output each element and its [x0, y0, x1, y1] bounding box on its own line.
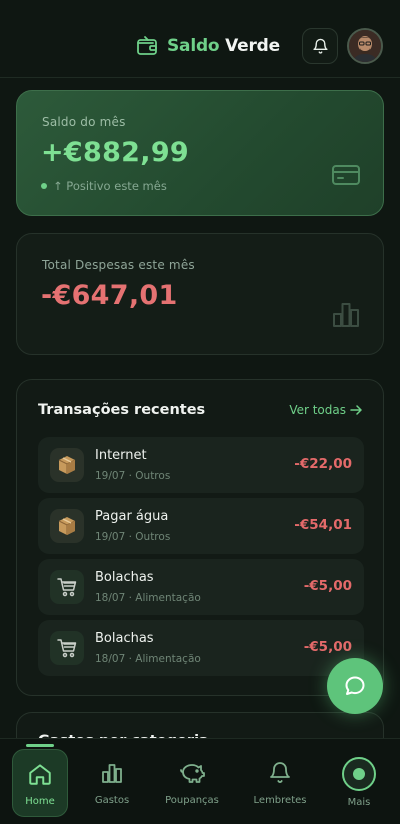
- more-icon: [342, 757, 376, 791]
- tab-poupancas[interactable]: Poupanças: [160, 749, 224, 817]
- see-all-link[interactable]: Ver todas: [289, 403, 362, 417]
- balance-label: Saldo do mês: [42, 115, 126, 129]
- bell-icon: [270, 762, 290, 783]
- piggy-bank-icon: [180, 764, 205, 783]
- bar-chart-icon: [333, 303, 359, 327]
- arrow-right-icon: [350, 405, 362, 415]
- transaction-meta: 18/07 · Alimentação: [95, 653, 201, 665]
- tab-home-label: Home: [25, 796, 55, 807]
- tab-home[interactable]: Home: [12, 749, 68, 817]
- bar-chart-icon: [102, 764, 122, 783]
- tab-mais[interactable]: Mais: [336, 749, 382, 817]
- expense-label: Total Despesas este mês: [42, 258, 195, 272]
- package-icon: [50, 509, 84, 543]
- wallet-icon: [137, 36, 157, 55]
- chat-button[interactable]: [327, 658, 383, 714]
- transactions-title: Transações recentes: [38, 402, 206, 418]
- transaction-meta: 18/07 · Alimentação: [95, 592, 201, 604]
- tab-mais-label: Mais: [347, 797, 371, 808]
- expense-card[interactable]: Total Despesas este mês -€647,01: [16, 233, 384, 355]
- transaction-row[interactable]: Internet 19/07 · Outros -€22,00: [38, 437, 364, 493]
- package-icon: [50, 448, 84, 482]
- active-tab-indicator: [26, 744, 54, 747]
- transaction-amount: -€5,00: [303, 578, 352, 594]
- transaction-name: Bolachas: [95, 570, 154, 585]
- tab-lembretes[interactable]: Lembretes: [246, 749, 314, 817]
- balance-card[interactable]: Saldo do mês +€882,99 ↑ Positivo este mê…: [16, 90, 384, 216]
- brand: Saldo Verde: [135, 32, 280, 60]
- tab-gastos[interactable]: Gastos: [82, 749, 142, 817]
- transaction-amount: -€54,01: [294, 517, 352, 533]
- brand-name-part1: Saldo: [167, 36, 220, 56]
- credit-card-icon: [332, 165, 360, 185]
- bell-icon: [312, 38, 328, 54]
- avatar-image: [349, 30, 381, 62]
- brand-name-part2: Verde: [225, 36, 280, 56]
- notifications-button[interactable]: [302, 28, 338, 64]
- app-header: Saldo Verde: [0, 0, 400, 78]
- transaction-row[interactable]: Bolachas 18/07 · Alimentação -€5,00: [38, 620, 364, 676]
- balance-status-text: ↑ Positivo este mês: [53, 179, 167, 193]
- transaction-meta: 19/07 · Outros: [95, 470, 171, 482]
- avatar[interactable]: [347, 28, 383, 64]
- transaction-row[interactable]: Bolachas 18/07 · Alimentação -€5,00: [38, 559, 364, 615]
- expense-amount: -€647,01: [41, 280, 178, 311]
- transaction-amount: -€5,00: [303, 639, 352, 655]
- balance-amount: +€882,99: [41, 137, 189, 168]
- recent-transactions-panel: Transações recentes Ver todas Internet 1…: [16, 379, 384, 696]
- chat-icon: [345, 676, 365, 695]
- status-dot: [41, 183, 47, 189]
- cart-icon: [50, 631, 84, 665]
- tab-gastos-label: Gastos: [94, 795, 130, 806]
- transaction-name: Internet: [95, 448, 147, 463]
- transaction-amount: -€22,00: [294, 456, 352, 472]
- tab-poupancas-label: Poupanças: [165, 795, 219, 806]
- cart-icon: [50, 570, 84, 604]
- transaction-row[interactable]: Pagar água 19/07 · Outros -€54,01: [38, 498, 364, 554]
- transaction-meta: 19/07 · Outros: [95, 531, 171, 543]
- home-icon: [29, 764, 51, 785]
- bottom-tab-bar: Home Gastos Poupanças Lembretes Mais: [0, 738, 400, 824]
- balance-status: ↑ Positivo este mês: [41, 179, 167, 193]
- transaction-name: Bolachas: [95, 631, 154, 646]
- see-all-label: Ver todas: [289, 403, 346, 417]
- tab-lembretes-label: Lembretes: [253, 795, 307, 806]
- transaction-name: Pagar água: [95, 509, 169, 524]
